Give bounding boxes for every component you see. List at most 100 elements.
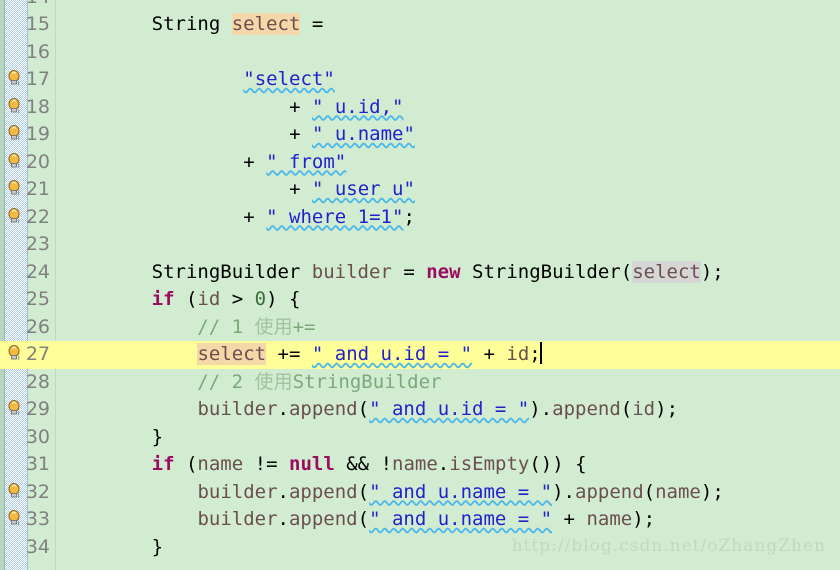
line-code[interactable]: + " u.id,"	[60, 94, 403, 122]
lightbulb-icon[interactable]: i	[8, 97, 23, 115]
code-line[interactable]: 23	[0, 231, 840, 259]
token-isEmpty: isEmpty	[449, 453, 530, 475]
line-code[interactable]: "select"	[60, 66, 335, 94]
code-line[interactable]: 33 builder.append(" and u.name = " + nam…	[0, 506, 840, 534]
token-append: append	[288, 480, 358, 503]
code-line[interactable]: 31 if (name != null && !name.isEmpty()) …	[0, 451, 840, 479]
string-literal: " u.name"	[311, 123, 415, 145]
string-literal: " and u.id = "	[369, 398, 530, 420]
code-editor[interactable]: 1415 String select =1617 "select"i18 + "…	[0, 0, 840, 570]
lightbulb-icon: i	[8, 400, 20, 417]
line-code[interactable]: // 1 使用+=	[60, 314, 315, 342]
svg-text:i: i	[18, 355, 20, 362]
code-line[interactable]: 22 + " where 1=1"; i	[0, 204, 840, 232]
lightbulb-icon[interactable]: i	[8, 510, 23, 527]
code-line[interactable]: 32 builder.append(" and u.name = ").appe…	[0, 479, 840, 507]
code-line[interactable]: 16	[0, 39, 840, 67]
token-StringBuilder: StringBuilder	[472, 260, 621, 283]
text-caret	[539, 342, 542, 364]
line-code[interactable]: if (name != null && !name.isEmpty()) {	[60, 451, 587, 479]
code-line[interactable]: 28 // 2 使用StringBuilder	[0, 369, 840, 397]
line-number: 23	[25, 233, 50, 255]
token-append: append	[575, 480, 644, 503]
lightbulb-icon[interactable]: i	[8, 152, 23, 170]
line-number: 15	[25, 13, 50, 35]
line-number: 24	[25, 260, 50, 283]
lightbulb-icon[interactable]: i	[8, 207, 23, 225]
lightbulb-icon: i	[8, 510, 20, 527]
line-number: 14	[0, 0, 50, 11]
line-code[interactable]: // 2 使用StringBuilder	[60, 369, 441, 397]
code-line[interactable]: 34 }	[0, 534, 840, 562]
svg-text:i: i	[18, 520, 20, 527]
line-number: 34	[25, 535, 50, 558]
line-code[interactable]: select += " and u.id = " + id;	[60, 341, 542, 369]
line-code[interactable]: }	[60, 424, 163, 452]
lightbulb-icon[interactable]: i	[8, 125, 23, 142]
line-code[interactable]: + " u.name"	[60, 121, 415, 149]
code-line[interactable]: 26 // 1 使用+=	[0, 314, 840, 342]
svg-text:i: i	[18, 80, 20, 87]
lightbulb-icon: i	[8, 125, 20, 142]
svg-text:i: i	[18, 135, 20, 142]
line-code[interactable]: + " where 1=1";	[60, 204, 415, 232]
lightbulb-icon[interactable]: i	[8, 345, 23, 362]
lightbulb-icon[interactable]: i	[8, 400, 23, 417]
code-line[interactable]: 17 "select" i	[0, 66, 840, 94]
token-new: new	[426, 260, 461, 283]
string-literal: "select"	[243, 68, 335, 90]
line-code[interactable]: builder.append(" and u.id = ").append(id…	[60, 396, 678, 424]
code-line[interactable]: 21 + " user u" i	[0, 176, 840, 204]
token-id: id	[506, 343, 530, 365]
token-builder: builder	[197, 508, 278, 530]
string-literal: " and u.name = "	[369, 508, 553, 530]
code-line[interactable]: 19 + " u.name" i	[0, 121, 840, 149]
code-line[interactable]: 27 select += " and u.id = " + id; i	[0, 341, 840, 369]
code-line[interactable]: 18 + " u.id," i	[0, 94, 840, 122]
token-StringBuilder: StringBuilder	[151, 260, 301, 283]
token-append: append	[552, 398, 621, 420]
line-code[interactable]: if (id > 0) {	[60, 286, 301, 314]
token-select: select	[632, 260, 701, 283]
lightbulb-icon[interactable]: i	[8, 180, 23, 197]
line-number: 26	[25, 315, 50, 338]
line-code[interactable]: builder.append(" and u.name = ").append(…	[60, 479, 723, 507]
token-name: name	[197, 453, 244, 475]
code-line[interactable]: 14	[0, 0, 840, 11]
svg-text:i: i	[18, 493, 20, 500]
code-line[interactable]: 25 if (id > 0) {	[0, 286, 840, 314]
lightbulb-icon: i	[8, 482, 20, 500]
line-code[interactable]: StringBuilder builder = new StringBuilde…	[60, 259, 724, 287]
string-literal: " user u"	[311, 178, 415, 200]
line-code[interactable]: }	[60, 534, 163, 562]
string-literal: " u.id,"	[311, 95, 404, 118]
string-literal: " from"	[266, 150, 347, 173]
code-line[interactable]: 20 + " from" i	[0, 149, 840, 177]
code-line[interactable]: 15 String select =	[0, 11, 840, 39]
line-number: 25	[25, 288, 50, 310]
lightbulb-icon[interactable]: i	[8, 70, 23, 87]
line-code[interactable]: + " user u"	[60, 176, 415, 204]
svg-text:i: i	[18, 163, 20, 170]
lightbulb-icon[interactable]: i	[8, 482, 23, 500]
svg-text:i: i	[18, 218, 20, 225]
code-line[interactable]: 24 StringBuilder builder = new StringBui…	[0, 259, 840, 287]
string-literal: " and u.name = "	[369, 480, 553, 503]
token-if: if	[151, 453, 175, 475]
line-code[interactable]: builder.append(" and u.name = " + name);	[60, 506, 655, 534]
code-line[interactable]: 30 }	[0, 424, 840, 452]
lightbulb-icon: i	[8, 70, 20, 87]
code-line[interactable]: 29 builder.append(" and u.id = ").append…	[0, 396, 840, 424]
token-append: append	[288, 398, 358, 420]
lightbulb-icon: i	[8, 207, 20, 225]
token-name: name	[655, 480, 701, 503]
token-name: name	[586, 508, 633, 530]
svg-text:i: i	[18, 410, 20, 417]
svg-text:i: i	[18, 108, 20, 115]
token-builder: builder	[311, 260, 392, 283]
line-code[interactable]: + " from"	[60, 149, 346, 177]
token-id: id	[197, 288, 221, 310]
line-code[interactable]: String select =	[60, 11, 323, 39]
lightbulb-icon: i	[8, 97, 20, 115]
svg-text:i: i	[18, 190, 20, 197]
